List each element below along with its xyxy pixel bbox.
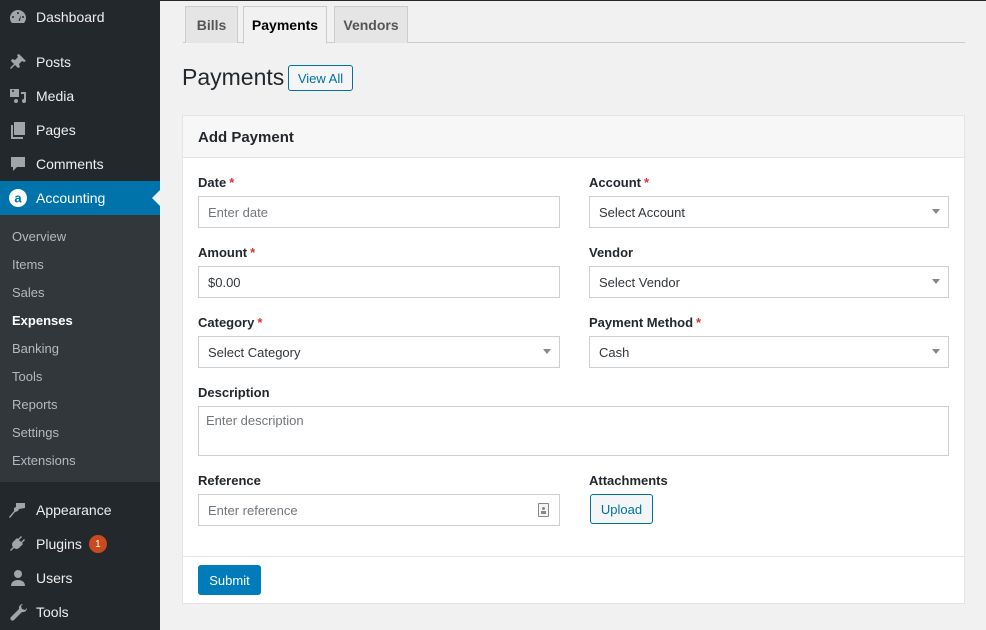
account-select-value: Select Account (599, 204, 685, 220)
plugin-icon (0, 534, 36, 554)
paintbrush-icon (0, 500, 36, 520)
sidebar-item-plugins[interactable]: Plugins 1 (0, 527, 160, 561)
active-indicator-arrow (152, 190, 160, 206)
submenu-item-tools[interactable]: Tools (12, 369, 42, 384)
description-textarea[interactable]: Enter description (198, 406, 949, 456)
section-tabs: Bills Payments Vendors (183, 6, 965, 44)
panel-header: Add Payment (183, 116, 964, 158)
required-marker: * (257, 315, 263, 330)
sidebar-item-tools[interactable]: Tools (0, 595, 160, 629)
payment-method-label: Payment Method * (589, 315, 701, 330)
sidebar-item-label: Comments (36, 156, 104, 172)
payment-method-select[interactable]: Cash (589, 336, 949, 368)
attachments-label: Attachments (589, 473, 668, 488)
page-title: Payments (182, 64, 285, 90)
submenu-item-settings[interactable]: Settings (12, 425, 59, 440)
vendor-select[interactable]: Select Vendor (589, 266, 949, 298)
submit-button[interactable]: Submit (198, 565, 261, 595)
panel-title: Add Payment (198, 129, 294, 146)
amount-label: Amount * (198, 245, 255, 260)
sidebar-item-posts[interactable]: Posts (0, 45, 160, 79)
sidebar-item-comments[interactable]: Comments (0, 147, 160, 181)
tab-bills[interactable]: Bills (185, 6, 238, 43)
sidebar-item-label: Tools (36, 604, 69, 620)
user-icon (0, 568, 36, 588)
date-label-text: Date (198, 175, 227, 190)
attachments-label-text: Attachments (589, 473, 668, 488)
date-input[interactable]: Enter date (198, 196, 560, 228)
sidebar-item-media[interactable]: Media (0, 79, 160, 113)
account-label: Account * (589, 175, 649, 190)
submenu-item-items[interactable]: Items (12, 257, 44, 272)
date-label: Date * (198, 175, 234, 190)
add-payment-panel: Add Payment Date * Enter date Account * Se… (182, 115, 965, 604)
payment-method-label-text: Payment Method (589, 315, 694, 330)
accounting-submenu: Overview Items Sales Expenses Banking To… (0, 215, 160, 482)
tab-vendors[interactable]: Vendors (334, 6, 408, 43)
pages-icon (0, 120, 36, 140)
sidebar-item-appearance[interactable]: Appearance (0, 493, 160, 527)
dashboard-icon (0, 7, 36, 27)
required-marker: * (229, 175, 235, 190)
submenu-item-sales[interactable]: Sales (12, 285, 45, 300)
category-label-text: Category (198, 315, 255, 330)
amount-label-text: Amount (198, 245, 248, 260)
required-marker: * (644, 175, 650, 190)
sidebar-item-label: Dashboard (36, 9, 105, 25)
sidebar-item-label: Pages (36, 122, 76, 138)
category-select[interactable]: Select Category (198, 336, 560, 368)
media-icon (0, 86, 36, 106)
submenu-item-expenses[interactable]: Expenses (12, 313, 73, 328)
contact-card-icon (538, 503, 549, 517)
svg-text:a: a (14, 191, 22, 206)
sidebar-item-label: Posts (36, 54, 72, 70)
description-label-text: Description (198, 385, 270, 400)
reference-label-text: Reference (198, 473, 261, 488)
sidebar-item-label: Accounting (36, 190, 106, 206)
category-select-value: Select Category (208, 344, 301, 360)
tab-payments[interactable]: Payments (243, 6, 327, 44)
submenu-item-extensions[interactable]: Extensions (12, 453, 76, 468)
amount-input[interactable]: $0.00 (198, 266, 560, 298)
payment-method-select-value: Cash (599, 344, 630, 360)
submenu-item-overview[interactable]: Overview (12, 229, 66, 244)
sidebar-item-users[interactable]: Users (0, 561, 160, 595)
vendor-label-text: Vendor (589, 245, 634, 260)
sidebar-item-pages[interactable]: Pages (0, 113, 160, 147)
view-all-button[interactable]: View All (288, 65, 353, 91)
required-marker: * (696, 315, 702, 330)
wrench-icon (0, 602, 36, 622)
account-select[interactable]: Select Account (589, 196, 949, 228)
submenu-item-banking[interactable]: Banking (12, 341, 59, 356)
pin-icon (0, 52, 36, 72)
account-label-text: Account (589, 175, 641, 190)
dropdown-arrow-icon (932, 349, 940, 354)
admin-sidebar: Dashboard Posts Media Pages Comments a A… (0, 0, 160, 630)
vendor-select-value: Select Vendor (599, 274, 680, 290)
vendor-label: Vendor (589, 245, 633, 260)
dropdown-arrow-icon (543, 349, 551, 354)
comment-icon (0, 154, 36, 174)
reference-input[interactable]: Enter reference (198, 494, 560, 526)
required-marker: * (250, 245, 256, 260)
sidebar-item-label: Users (36, 570, 73, 586)
description-label: Description (198, 385, 270, 400)
plugin-update-count-badge: 1 (88, 535, 107, 553)
dropdown-arrow-icon (932, 279, 940, 284)
submenu-item-reports[interactable]: Reports (12, 397, 58, 412)
panel-footer-divider (183, 556, 964, 557)
sidebar-item-accounting[interactable]: a Accounting (0, 181, 160, 215)
sidebar-item-label: Appearance (36, 502, 112, 518)
sidebar-item-label: Media (36, 88, 75, 104)
dropdown-arrow-icon (932, 209, 940, 214)
accounting-icon: a (0, 188, 36, 208)
category-label: Category * (198, 315, 262, 330)
reference-label: Reference (198, 473, 261, 488)
upload-button[interactable]: Upload (590, 494, 653, 524)
sidebar-item-label: Plugins (36, 536, 82, 552)
sidebar-item-dashboard[interactable]: Dashboard (0, 0, 160, 34)
reference-placeholder: Enter reference (208, 502, 298, 518)
